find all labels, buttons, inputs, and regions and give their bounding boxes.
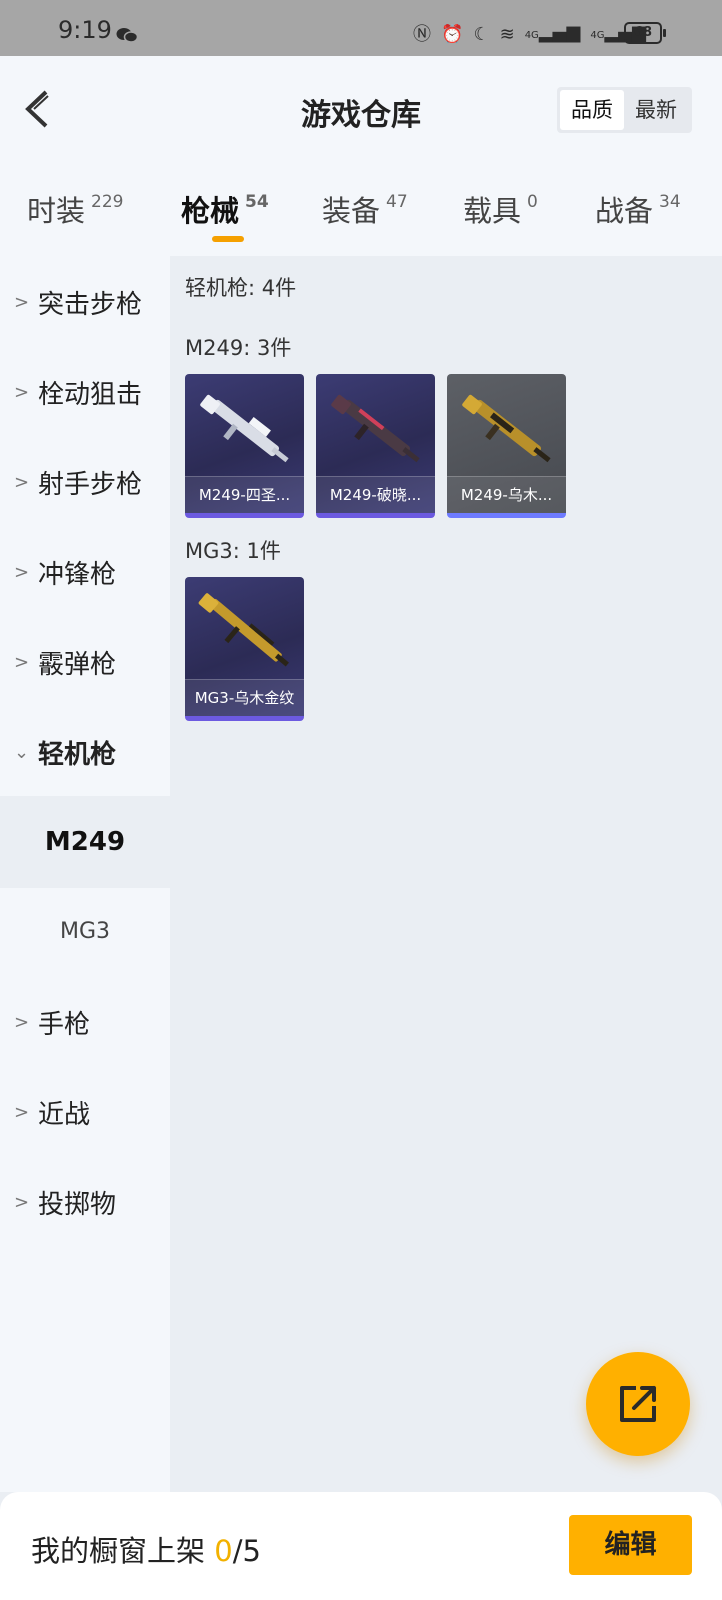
sidebar-item-smg[interactable]: > 冲锋枪 — [0, 526, 170, 618]
gun-image-icon — [331, 394, 420, 463]
chevron-right-icon: > — [14, 561, 30, 583]
showcase-count: 我的橱窗上架 0/5 — [31, 1534, 261, 1568]
header: 游戏仓库 品质 最新 — [0, 56, 722, 158]
gun-image-icon — [462, 394, 551, 463]
tab-guns[interactable]: 枪械 54 — [181, 188, 269, 230]
tab-vehicles[interactable]: 载具 0 — [463, 188, 538, 230]
tab-equipment[interactable]: 装备 47 — [322, 188, 408, 230]
status-icons: Ⓝ ⏰ ☾ ≋ 4G▂▄▆ 4G▂▄▆ — [413, 22, 646, 47]
item-card-label: M249-乌木... — [447, 476, 566, 513]
group-heading-mg3: MG3: 1件 — [185, 539, 281, 563]
sidebar-item-throwable[interactable]: > 投掷物 — [0, 1156, 170, 1248]
edit-button[interactable]: 编辑 — [569, 1515, 692, 1575]
chevron-right-icon: > — [14, 291, 30, 313]
status-bar: 9:19 Ⓝ ⏰ ☾ ≋ 4G▂▄▆ 4G▂▄▆ 68 — [0, 0, 722, 56]
sidebar-item-shotgun[interactable]: > 霰弹枪 — [0, 616, 170, 708]
status-time: 9:19 — [58, 16, 112, 44]
dnd-moon-icon: ☾ — [473, 23, 490, 45]
sidebar-item-marksman-rifle[interactable]: > 射手步枪 — [0, 436, 170, 528]
item-card-mg3-wumu[interactable]: MG3-乌木金纹 — [185, 577, 304, 721]
category-tabs: 时装 229 枪械 54 装备 47 载具 0 战备 34 — [0, 158, 722, 256]
sort-by-newest-button[interactable]: 最新 — [624, 90, 688, 130]
chevron-down-icon: ⌄ — [14, 741, 30, 763]
chevron-right-icon: > — [14, 651, 30, 673]
chevron-right-icon: > — [14, 1101, 30, 1123]
tab-fashion[interactable]: 时装 229 — [27, 188, 123, 230]
sidebar-item-assault-rifle[interactable]: > 突击步枪 — [0, 256, 170, 348]
sidebar-subitem-mg3[interactable]: MG3 — [0, 886, 170, 978]
nfc-icon: Ⓝ — [413, 23, 432, 45]
alarm-icon: ⏰ — [441, 23, 464, 45]
gun-image-icon — [200, 394, 289, 463]
signal-icon-1: 4G▂▄▆ — [524, 22, 581, 43]
item-grid-panel: 轻机枪: 4件 M249: 3件 M249-四圣... M249-破晓... M… — [170, 256, 722, 1492]
chevron-right-icon: > — [14, 381, 30, 403]
sidebar-item-pistol[interactable]: > 手枪 — [0, 976, 170, 1068]
item-card-label: M249-四圣... — [185, 476, 304, 513]
sidebar: > 突击步枪 > 栓动狙击 > 射手步枪 > 冲锋枪 > 霰弹枪 ⌄ 轻机枪 M249 MG… — [0, 256, 170, 1492]
share-fab-button[interactable] — [586, 1352, 690, 1456]
item-card-label: M249-破晓... — [316, 476, 435, 513]
tab-supplies[interactable]: 战备 34 — [595, 188, 681, 230]
wechat-icon — [116, 28, 138, 43]
sort-toggle: 品质 最新 — [557, 87, 692, 133]
chevron-right-icon: > — [14, 1191, 30, 1213]
chevron-right-icon: > — [14, 471, 30, 493]
bottom-bar: 我的橱窗上架 0/5 编辑 — [0, 1492, 722, 1600]
active-tab-indicator — [212, 236, 244, 242]
item-card-label: MG3-乌木金纹 — [185, 679, 304, 716]
group-heading-m249: M249: 3件 — [185, 336, 292, 360]
item-card-m249-poxiao[interactable]: M249-破晓... — [316, 374, 435, 518]
item-card-m249-sisheng[interactable]: M249-四圣... — [185, 374, 304, 518]
sidebar-item-melee[interactable]: > 近战 — [0, 1066, 170, 1158]
item-card-m249-wumu[interactable]: M249-乌木... — [447, 374, 566, 518]
sidebar-item-bolt-sniper[interactable]: > 栓动狙击 — [0, 346, 170, 438]
sidebar-item-lmg[interactable]: ⌄ 轻机枪 — [0, 706, 170, 798]
sidebar-subitem-m249[interactable]: M249 — [0, 796, 170, 888]
sort-by-quality-button[interactable]: 品质 — [560, 90, 624, 130]
chevron-right-icon: > — [14, 1011, 30, 1033]
gun-image-icon — [198, 593, 289, 667]
wifi-icon: ≋ — [499, 23, 515, 45]
share-external-icon — [620, 1386, 656, 1422]
battery-icon: 68 — [624, 22, 666, 44]
category-summary: 轻机枪: 4件 — [185, 276, 297, 300]
